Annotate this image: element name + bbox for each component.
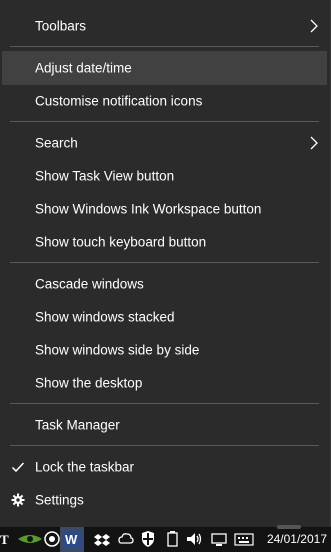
menu-item-show-touch-keyboard-button[interactable]: Show touch keyboard button (2, 225, 327, 259)
chevron-right-icon (310, 19, 318, 33)
cloud-icon[interactable] (118, 530, 134, 548)
clock-time-partial (277, 525, 301, 529)
menu-item-label: Show Task View button (35, 168, 175, 184)
menu-item-label: Adjust date/time (35, 60, 132, 76)
menu-item-label: Show Windows Ink Workspace button (35, 201, 262, 217)
svg-text:T: T (0, 532, 9, 547)
menu-separator (10, 262, 319, 263)
menu-item-search[interactable]: Search (2, 126, 327, 160)
clock-date[interactable]: 24/01/2017 (267, 532, 327, 546)
menu-item-show-windows-side-by-side[interactable]: Show windows side by side (2, 333, 327, 367)
menu-separator (10, 445, 319, 446)
menu-item-label: Cascade windows (35, 276, 144, 292)
chevron-right-icon (310, 136, 318, 150)
menu-separator (10, 121, 319, 122)
menu-item-label: Show windows stacked (35, 309, 175, 325)
menu-separator (10, 403, 319, 404)
menu-item-label: Search (35, 135, 78, 151)
gear-icon (11, 493, 25, 507)
app-w-icon[interactable]: W (62, 530, 82, 548)
menu-item-label: Settings (35, 492, 84, 508)
menu-item-label: Customise notification icons (35, 93, 203, 109)
menu-item-cascade-windows[interactable]: Cascade windows (2, 267, 327, 301)
battery-icon[interactable] (166, 530, 180, 548)
menu-item-label: Lock the taskbar (35, 459, 135, 475)
menu-item-label: Toolbars (35, 18, 87, 34)
volume-icon[interactable] (186, 530, 204, 548)
menu-item-show-windows-stacked[interactable]: Show windows stacked (2, 300, 327, 334)
menu-item-show-task-view-button[interactable]: Show Task View button (2, 159, 327, 193)
menu-item-customise-notification-icons[interactable]: Customise notification icons (2, 84, 327, 118)
menu-item-label: Task Manager (35, 417, 120, 433)
keyboard-icon[interactable] (234, 530, 254, 548)
menu-separator (10, 46, 319, 47)
network-icon[interactable] (210, 530, 228, 548)
menu-item-settings[interactable]: Settings (2, 483, 327, 517)
menu-item-adjust-date-time[interactable]: Adjust date/time (2, 51, 327, 85)
chrome-icon[interactable] (44, 530, 60, 548)
checkmark-icon (11, 462, 25, 473)
typewriter-icon[interactable]: T (0, 530, 12, 548)
taskbar-context-menu: Toolbars Adjust date/time Customise noti… (0, 0, 331, 526)
menu-item-show-the-desktop[interactable]: Show the desktop (2, 366, 327, 400)
taskbar: T W 24/01/2017 (0, 525, 331, 552)
dropbox-icon[interactable] (94, 530, 110, 548)
menu-item-label: Show windows side by side (35, 342, 200, 358)
menu-item-show-windows-ink-workspace-button[interactable]: Show Windows Ink Workspace button (2, 192, 327, 226)
menu-item-task-manager[interactable]: Task Manager (2, 408, 327, 442)
nvidia-icon[interactable] (16, 530, 44, 548)
menu-item-label: Show touch keyboard button (35, 234, 207, 250)
security-shield-icon[interactable] (140, 530, 156, 548)
menu-item-lock-the-taskbar[interactable]: Lock the taskbar (2, 450, 327, 484)
menu-item-toolbars[interactable]: Toolbars (2, 9, 327, 43)
menu-item-label: Show the desktop (35, 375, 143, 391)
svg-text:W: W (65, 532, 78, 547)
